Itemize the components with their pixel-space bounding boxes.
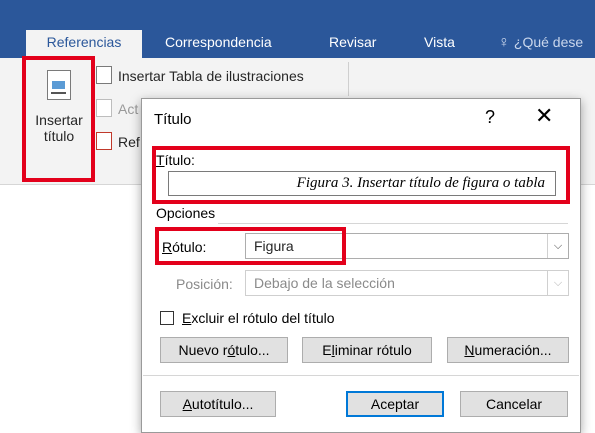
ribbon-separator [348, 62, 349, 96]
update-table-icon [96, 99, 112, 117]
ok-button[interactable]: Aceptar [346, 391, 444, 417]
cross-reference-button[interactable]: Ref [96, 132, 140, 150]
ribbon-tab-bar: Referencias Correspondencia Revisar Vist… [0, 0, 595, 58]
highlight-caption-field [152, 146, 570, 204]
insert-table-of-figures-button[interactable]: Insertar Tabla de ilustraciones [96, 66, 304, 84]
delete-label-button[interactable]: Eliminar rótulo [302, 337, 432, 363]
position-select[interactable]: Debajo de la selección ⌵ [245, 270, 569, 296]
cross-reference-icon [96, 132, 112, 150]
new-label-button[interactable]: Nuevo rótulo... [160, 337, 288, 363]
cancel-button[interactable]: Cancelar [460, 391, 568, 417]
tab-referencias[interactable]: Referencias [26, 30, 142, 58]
update-table-button[interactable]: Act [96, 99, 138, 117]
highlight-insert-caption [22, 56, 95, 182]
exclude-label-text[interactable]: Excluir el rótulo del título [182, 310, 335, 326]
chevron-down-icon[interactable]: ⌵ [547, 234, 568, 258]
footer-divider [143, 375, 579, 376]
dialog-title: Título [154, 111, 192, 128]
help-button[interactable]: ? [485, 107, 495, 128]
highlight-label-field [155, 227, 346, 265]
options-group-label: Opciones [156, 205, 216, 221]
tab-revisar[interactable]: Revisar [329, 30, 376, 54]
tab-correspondencia[interactable]: Correspondencia [165, 30, 272, 54]
numbering-button[interactable]: Numeración... [447, 337, 569, 363]
position-label: Posición: [176, 276, 233, 292]
tab-vista[interactable]: Vista [424, 30, 455, 54]
lightbulb-icon: ♀ [498, 34, 510, 51]
table-of-figures-icon [96, 66, 112, 84]
chevron-down-icon[interactable]: ⌵ [547, 271, 568, 295]
autocaption-button[interactable]: Autotítulo... [160, 391, 276, 417]
close-button[interactable]: ✕ [535, 103, 553, 129]
exclude-label-checkbox[interactable] [160, 311, 174, 325]
options-divider [218, 223, 568, 224]
tell-me-search[interactable]: ♀ ¿Qué dese [498, 30, 583, 54]
